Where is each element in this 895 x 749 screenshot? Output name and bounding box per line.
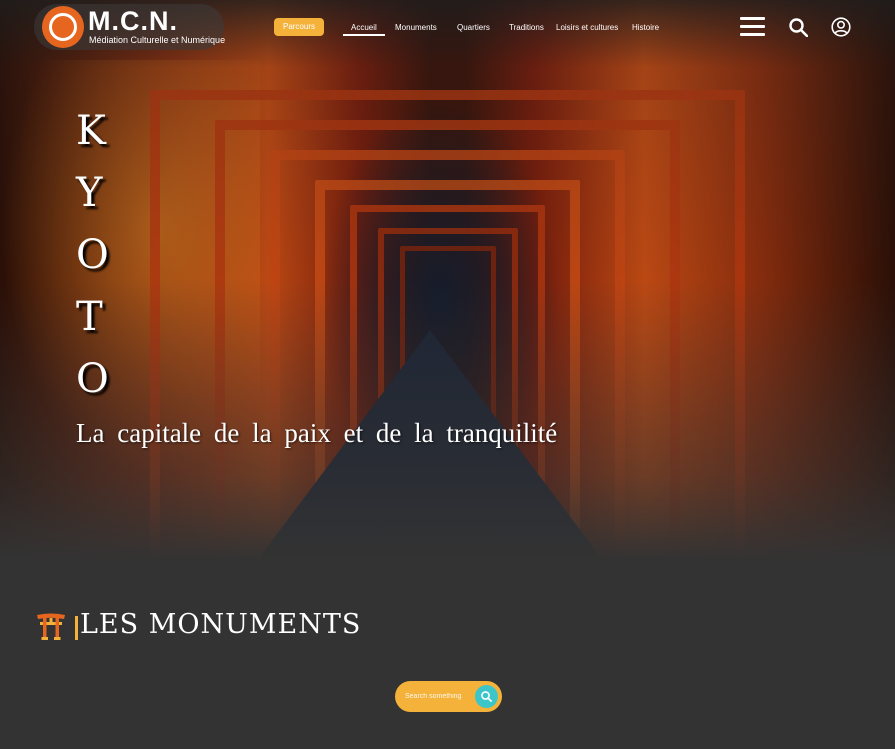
- nav-link-traditions[interactable]: Traditions: [509, 23, 544, 32]
- brand-subtitle: Médiation Culturelle et Numérique: [89, 35, 226, 45]
- search-input[interactable]: [405, 689, 473, 704]
- hero-letter: O: [76, 356, 109, 402]
- hero-letter: O: [76, 232, 109, 278]
- parcours-button[interactable]: Parcours: [274, 18, 324, 36]
- brand-title: M.C.N.: [88, 6, 178, 36]
- hero-letter: K: [76, 108, 106, 154]
- nav-link-loisirs-et-cultures[interactable]: Loisirs et cultures: [556, 23, 618, 32]
- nav-link-histoire[interactable]: Histoire: [632, 23, 659, 32]
- search-bar: [395, 681, 502, 712]
- section-title: LES MONUMENTS: [80, 609, 362, 640]
- search-icon: [481, 691, 492, 702]
- hero-background: [0, 0, 895, 560]
- top-navigation: M.C.N. Médiation Culturelle et Numérique…: [0, 0, 895, 56]
- torii-gate-icon: [37, 613, 65, 640]
- search-submit-button[interactable]: [475, 685, 498, 708]
- brand-logo[interactable]: M.C.N. Médiation Culturelle et Numérique: [34, 4, 226, 50]
- user-account-icon[interactable]: [831, 17, 851, 37]
- section-accent-bar: [75, 616, 78, 640]
- hamburger-menu-icon[interactable]: [740, 17, 765, 37]
- nav-link-accueil[interactable]: Accueil: [351, 23, 377, 32]
- nav-link-monuments[interactable]: Monuments: [395, 23, 437, 32]
- hero-letter: T: [76, 294, 103, 340]
- nav-active-indicator: [343, 34, 385, 36]
- hero-tagline: La capitale de la paix et de la tranquil…: [76, 418, 558, 448]
- nav-link-quartiers[interactable]: Quartiers: [457, 23, 490, 32]
- logo-mark-icon: [42, 6, 84, 48]
- hero-title-kyoto: K Y O T O: [76, 100, 126, 410]
- search-icon[interactable]: [789, 18, 808, 37]
- hero-letter: Y: [76, 170, 103, 216]
